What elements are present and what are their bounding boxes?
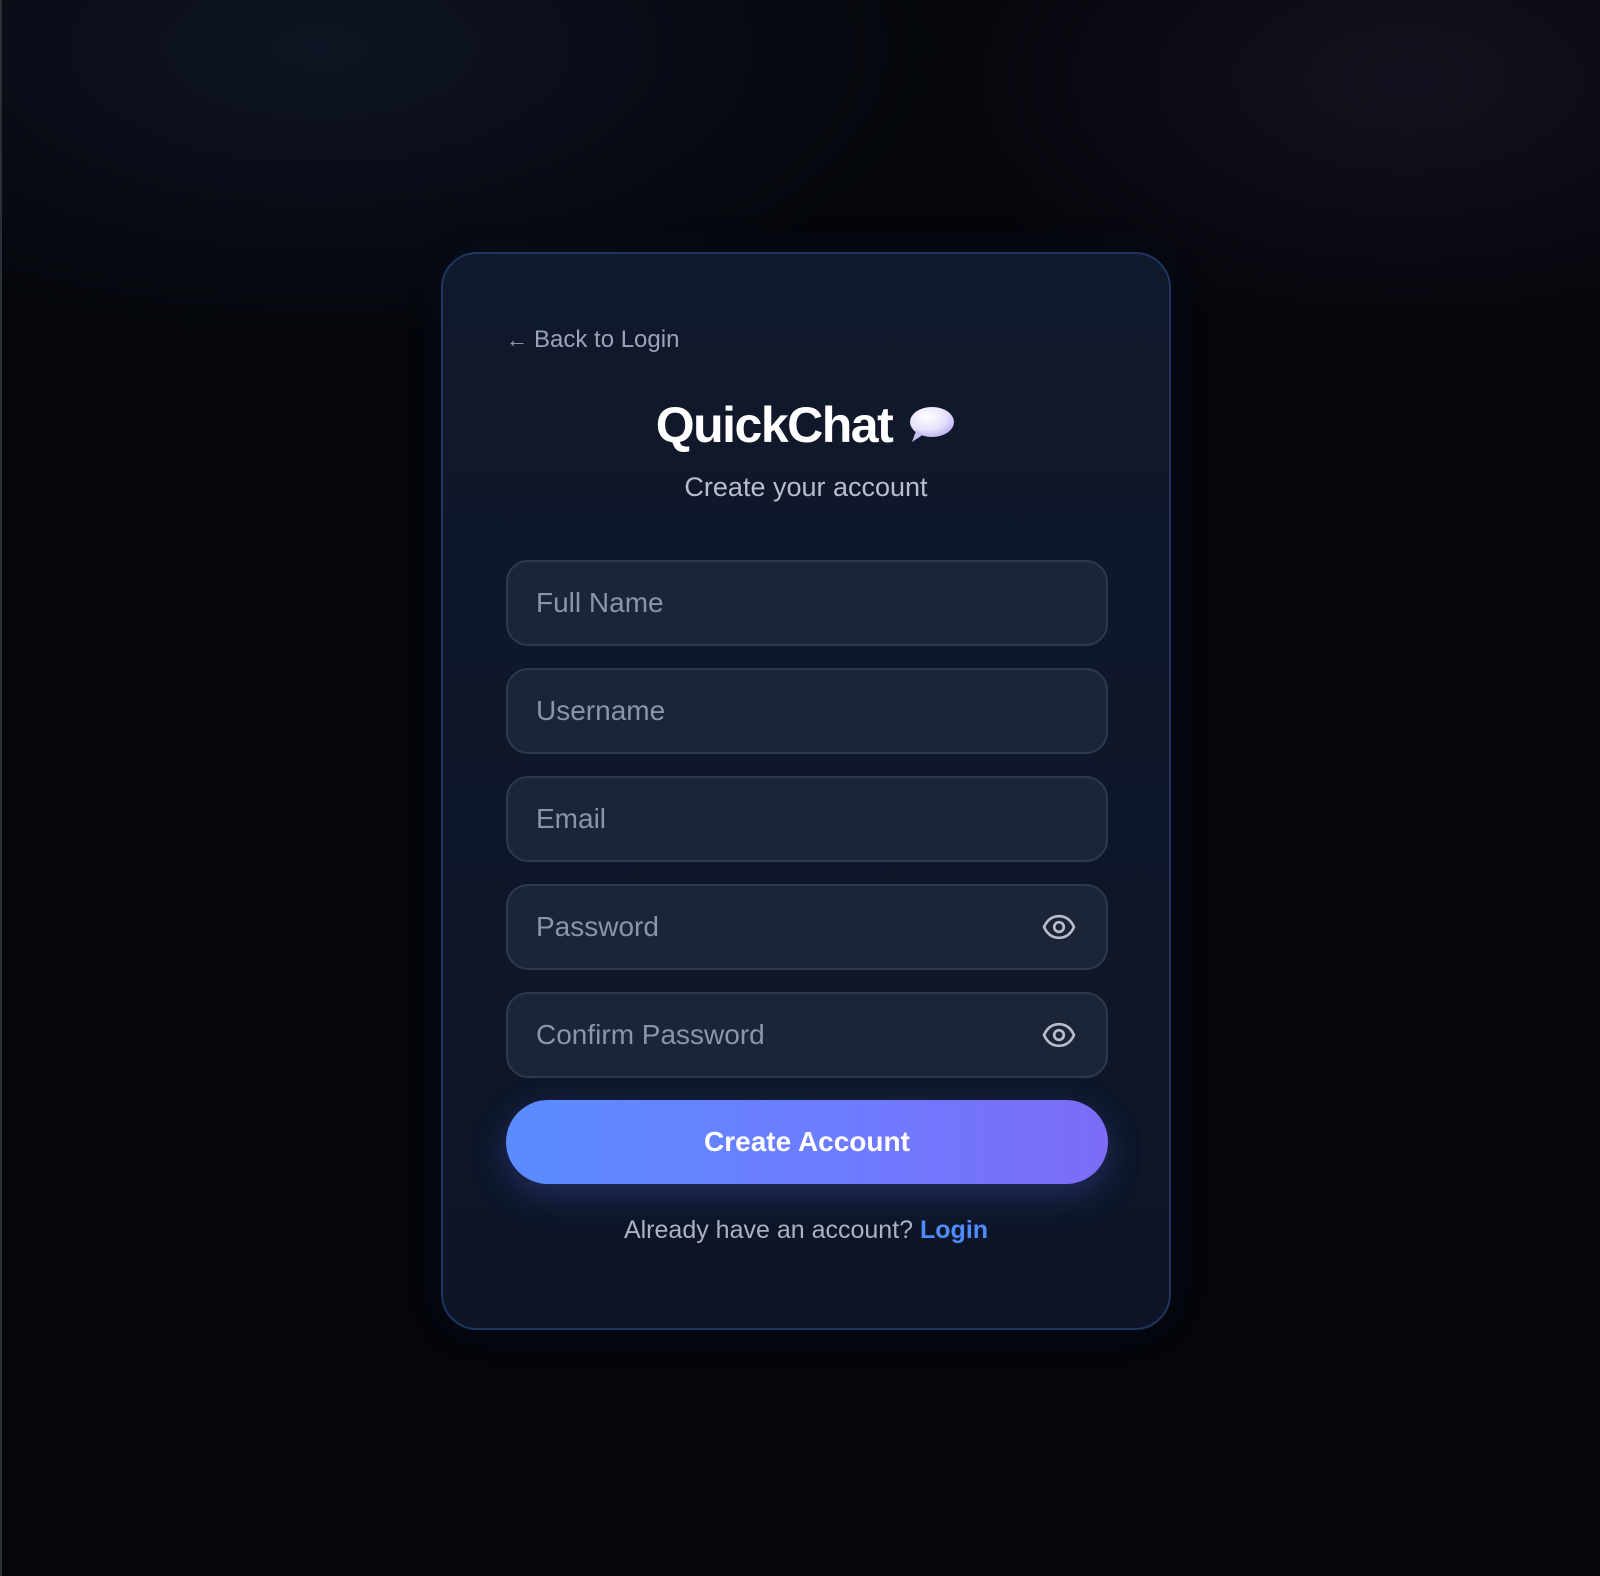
eye-icon[interactable]: [1036, 1012, 1082, 1058]
left-arrow-icon: ←: [506, 327, 528, 352]
username-input[interactable]: [508, 670, 1106, 752]
create-account-button[interactable]: Create Account: [506, 1100, 1108, 1184]
login-link[interactable]: Login: [920, 1216, 988, 1244]
back-to-login-link[interactable]: ← Back to Login: [506, 326, 679, 354]
back-to-login-label: Back to Login: [534, 326, 680, 353]
email-field[interactable]: [506, 776, 1108, 862]
page-subtitle: Create your account: [684, 472, 928, 502]
eye-icon[interactable]: [1036, 904, 1082, 950]
app-title: QuickChat: [655, 397, 894, 453]
speech-bubble-icon: [906, 404, 956, 446]
login-prompt-text: Already have an account?: [623, 1216, 914, 1244]
confirm-password-input[interactable]: [508, 994, 1036, 1076]
username-field[interactable]: [506, 668, 1108, 754]
password-input[interactable]: [508, 886, 1036, 968]
signup-card: ← Back to Login QuickChat Create your ac…: [441, 252, 1171, 1330]
brand-header: QuickChat: [443, 396, 1169, 454]
password-field[interactable]: [506, 884, 1108, 970]
login-prompt: Already have an account? Login: [443, 1216, 1169, 1245]
full-name-input[interactable]: [508, 562, 1106, 644]
confirm-password-field[interactable]: [506, 992, 1108, 1078]
window-edge: [0, 0, 2, 1576]
full-name-field[interactable]: [506, 560, 1108, 646]
email-input[interactable]: [508, 778, 1106, 860]
